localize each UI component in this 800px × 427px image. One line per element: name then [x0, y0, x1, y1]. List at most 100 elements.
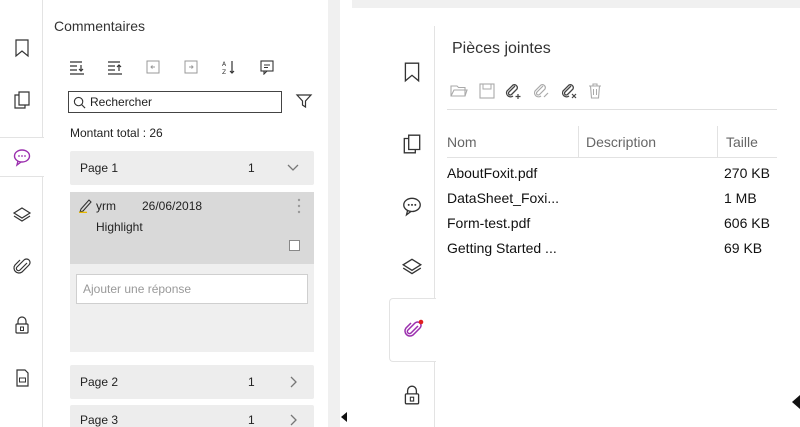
layers-tab[interactable]	[0, 195, 43, 235]
toolbar-divider	[447, 109, 777, 110]
page-group-2[interactable]: Page 2 1	[70, 365, 314, 399]
more-options-icon[interactable]	[294, 196, 304, 216]
collapse-right-panel-icon[interactable]	[790, 395, 800, 409]
svg-text:Z: Z	[222, 69, 226, 75]
svg-text:A: A	[222, 61, 227, 68]
edit-attachment-icon	[533, 84, 549, 98]
right-navigation-rail	[389, 26, 436, 427]
filter-icon[interactable]	[295, 92, 313, 110]
lock-icon	[14, 316, 29, 334]
pages-icon	[403, 134, 421, 154]
comment-type: Highlight	[96, 220, 143, 234]
page-group-3[interactable]: Page 3 1	[70, 405, 314, 427]
file-size: 606 KB	[724, 215, 770, 231]
previous-icon	[146, 60, 160, 74]
next-button[interactable]	[180, 56, 202, 78]
file-size: 270 KB	[724, 165, 770, 181]
column-header-size[interactable]: Taille	[726, 134, 758, 150]
page-group-1[interactable]: Page 1 1	[70, 151, 314, 185]
add-attachment-button[interactable]	[502, 80, 524, 102]
security-tab[interactable]	[389, 363, 435, 427]
layers-icon	[12, 207, 31, 222]
bookmarks-tab[interactable]	[389, 40, 435, 104]
panel-title: Pièces jointes	[452, 40, 551, 57]
total-count: Montant total : 26	[70, 126, 163, 140]
comment-date: 26/06/2018	[142, 199, 203, 213]
open-icon	[450, 85, 468, 97]
attachments-table-header: Nom Description Taille	[447, 126, 777, 158]
layers-icon	[401, 258, 423, 275]
column-separator[interactable]	[717, 126, 718, 158]
reply-placeholder: Ajouter une réponse	[83, 282, 192, 296]
delete-attachment-icon	[561, 84, 577, 99]
chevron-right-icon	[290, 376, 297, 388]
collapse-all-icon	[108, 61, 122, 75]
file-size: 69 KB	[724, 240, 763, 256]
forms-tab[interactable]	[0, 358, 43, 398]
collapse-left-panel-icon[interactable]	[341, 412, 347, 422]
search-icon	[73, 96, 86, 108]
file-size: 1 MB	[724, 190, 757, 206]
comments-tab[interactable]	[0, 137, 44, 177]
layers-tab[interactable]	[389, 235, 435, 299]
column-separator[interactable]	[578, 126, 579, 158]
scrollbar-thumb[interactable]	[328, 0, 340, 427]
pages-icon	[13, 91, 30, 109]
sort-icon: AZ	[222, 61, 235, 75]
attachment-icon	[404, 319, 424, 337]
collapse-all-button[interactable]	[104, 56, 126, 78]
open-button[interactable]	[448, 80, 470, 102]
page-label: Page 2	[80, 375, 119, 389]
page-label: Page 3	[80, 413, 119, 427]
pages-tab[interactable]	[0, 80, 43, 120]
pages-tab[interactable]	[389, 112, 435, 176]
sort-button[interactable]: AZ	[218, 56, 240, 78]
table-row[interactable]: Form-test.pdf 606 KB	[447, 212, 777, 236]
reply-area: Ajouter une réponse	[70, 264, 314, 352]
search-input[interactable]: Rechercher	[68, 91, 282, 113]
comment-options-button[interactable]	[256, 56, 278, 78]
bookmark-icon	[404, 62, 420, 83]
comment-card[interactable]: yrm 26/06/2018 Highlight	[70, 192, 314, 264]
bookmarks-tab[interactable]	[0, 28, 43, 68]
column-header-description[interactable]: Description	[586, 134, 656, 150]
attachment-icon	[12, 258, 31, 274]
scrollbar[interactable]	[328, 0, 340, 427]
table-row[interactable]: DataSheet_Foxi... 1 MB	[447, 187, 777, 211]
edit-attachment-button[interactable]	[530, 80, 552, 102]
previous-button[interactable]	[142, 56, 164, 78]
panel-title: Commentaires	[54, 18, 146, 34]
column-header-name[interactable]: Nom	[447, 134, 477, 150]
trash-button[interactable]	[584, 80, 606, 102]
trash-icon	[589, 83, 601, 99]
attachments-tab[interactable]	[389, 298, 436, 362]
file-name: Getting Started ...	[447, 240, 557, 256]
expand-all-button[interactable]	[66, 56, 88, 78]
page-label: Page 1	[80, 161, 119, 175]
comments-tab[interactable]	[389, 174, 435, 238]
save-button[interactable]	[476, 80, 498, 102]
highlight-pen-icon	[79, 199, 92, 213]
page-count: 1	[248, 161, 255, 175]
next-icon	[184, 60, 198, 74]
search-input-value: Rechercher	[90, 95, 153, 109]
chevron-down-icon	[287, 164, 299, 171]
form-icon	[15, 369, 29, 387]
comment-checkbox[interactable]	[289, 240, 300, 251]
delete-attachment-button[interactable]	[558, 80, 580, 102]
security-tab[interactable]	[0, 305, 43, 345]
file-name: Form-test.pdf	[447, 215, 531, 231]
add-attachment-icon	[505, 84, 521, 99]
reply-input[interactable]: Ajouter une réponse	[76, 274, 308, 304]
table-row[interactable]: Getting Started ... 69 KB	[447, 237, 777, 261]
chevron-right-icon	[290, 414, 297, 426]
file-name: DataSheet_Foxi...	[447, 190, 560, 206]
comments-icon	[403, 197, 421, 217]
attachments-tab[interactable]	[0, 247, 43, 287]
expand-all-icon	[70, 61, 84, 75]
file-name: AboutFoxit.pdf	[447, 165, 538, 181]
bookmark-icon	[14, 39, 29, 58]
comments-icon	[13, 149, 31, 167]
table-row[interactable]: AboutFoxit.pdf 270 KB	[447, 162, 777, 186]
top-band	[352, 0, 800, 8]
